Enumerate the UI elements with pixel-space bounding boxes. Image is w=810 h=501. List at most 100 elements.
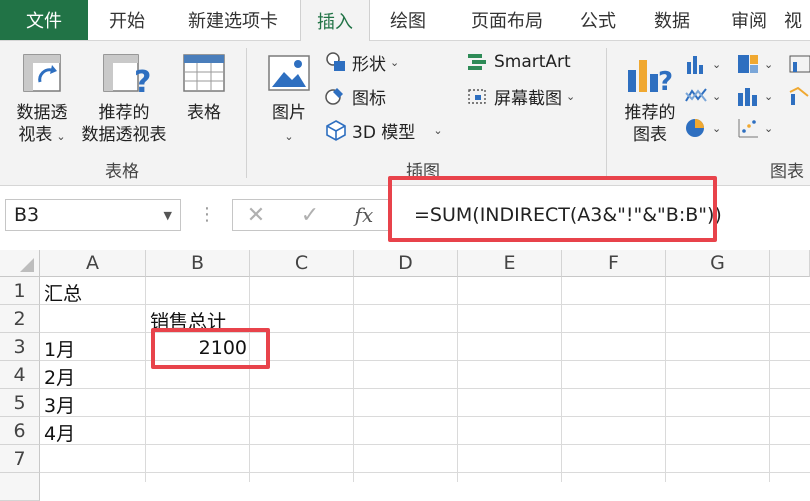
row-header-1[interactable]: 1	[0, 277, 40, 305]
shapes-icon	[326, 52, 345, 71]
hierarchy-chart-button[interactable]: ⌄	[736, 52, 782, 76]
tab-page-layout[interactable]: 页面布局	[448, 0, 566, 40]
scatter-chart-button[interactable]: ⌄	[736, 116, 782, 140]
icons-button[interactable]: 图标	[324, 82, 386, 110]
icons-icon	[325, 88, 343, 105]
treemap-icon	[738, 55, 758, 73]
insert-function-icon[interactable]: fx	[348, 199, 380, 231]
cell-a1[interactable]: 汇总	[44, 278, 144, 306]
recommended-charts-button[interactable]: ? 推荐的 图表	[618, 52, 682, 148]
column-chart-icon	[687, 56, 703, 74]
tab-review[interactable]: 审阅	[714, 0, 784, 40]
tab-file[interactable]: 文件	[0, 0, 88, 40]
cell-a5[interactable]: 3月	[44, 390, 144, 418]
svg-text:?: ?	[134, 65, 151, 98]
picture-icon	[268, 55, 310, 91]
screenshot-icon	[468, 89, 486, 104]
pivot-table-label-1: 数据透	[16, 103, 68, 123]
pie-chart-icon	[686, 119, 704, 137]
row-header-3[interactable]: 3	[0, 333, 40, 361]
statistic-chart-button[interactable]	[788, 52, 810, 76]
cell-highlight-box	[151, 328, 270, 369]
tab-draw[interactable]: 绘图	[368, 0, 448, 40]
enter-icon[interactable]: ✓	[294, 199, 326, 231]
smartart-button[interactable]: SmartArt	[466, 48, 571, 76]
column-header-f[interactable]: F	[562, 250, 666, 277]
row-header-5[interactable]: 5	[0, 389, 40, 417]
recommended-pivot-icon: ?	[103, 54, 151, 100]
3d-models-button[interactable]: 3D 模型 ⌄	[324, 116, 443, 144]
chevron-down-icon: ⌄	[764, 57, 774, 71]
tab-data[interactable]: 数据	[630, 0, 714, 40]
cell-a6[interactable]: 4月	[44, 418, 144, 446]
column-header-b[interactable]: B	[146, 250, 250, 277]
chevron-down-icon: ⌄	[56, 130, 66, 143]
screenshot-label: 屏幕截图	[494, 88, 562, 109]
row-header-4[interactable]: 4	[0, 361, 40, 389]
table-icon	[183, 54, 225, 92]
table-button[interactable]: 表格	[178, 52, 230, 148]
combo-chart-icon	[789, 86, 809, 105]
row-header-6[interactable]: 6	[0, 417, 40, 445]
pictures-button[interactable]: 图片 ⌄	[262, 52, 316, 148]
name-box-value: B3	[14, 204, 40, 226]
row-header-7[interactable]: 7	[0, 445, 40, 473]
shapes-label: 形状	[352, 54, 386, 75]
tab-new-tab[interactable]: 新建选项卡	[166, 0, 300, 40]
select-all-triangle-icon	[20, 258, 34, 272]
tab-insert[interactable]: 插入	[300, 0, 370, 41]
line-chart-button[interactable]: ⌄	[684, 84, 730, 108]
cell-a4[interactable]: 2月	[44, 362, 144, 390]
splitter-handle[interactable]: ⋮	[198, 202, 216, 228]
pictures-label: 图片	[272, 103, 306, 123]
cell-a3[interactable]: 1月	[44, 334, 144, 362]
chevron-down-icon: ⌄	[284, 130, 294, 143]
waterfall-chart-button[interactable]: ⌄	[736, 84, 782, 108]
row-header-2[interactable]: 2	[0, 305, 40, 333]
column-header-e[interactable]: E	[458, 250, 562, 277]
cancel-icon[interactable]: ✕	[240, 199, 272, 231]
pivot-table-button[interactable]: 数据透 视表 ⌄	[12, 52, 72, 148]
line-chart-icon	[685, 88, 707, 102]
column-header-d[interactable]: D	[354, 250, 458, 277]
recommended-charts-icon: ?	[628, 60, 673, 97]
pie-chart-button[interactable]: ⌄	[684, 116, 730, 140]
chevron-down-icon[interactable]: ▼	[164, 209, 172, 222]
waterfall-chart-icon	[738, 88, 757, 106]
scatter-chart-icon	[738, 119, 758, 138]
charts-group-label: 图表	[770, 162, 804, 182]
select-all-corner[interactable]	[0, 250, 40, 277]
name-box[interactable]: B3 ▼	[5, 199, 181, 231]
pivot-table-label-2: 视表 ⌄	[18, 125, 66, 145]
smartart-icon	[468, 54, 486, 70]
chevron-down-icon: ⌄	[566, 89, 576, 103]
column-header-h[interactable]	[770, 250, 810, 277]
column-header-g[interactable]: G	[666, 250, 770, 277]
chevron-down-icon: ⌄	[712, 121, 722, 135]
recommended-pivot-label-2: 数据透视表	[81, 125, 167, 145]
tab-formulas[interactable]: 公式	[566, 0, 630, 40]
cube-icon	[326, 120, 346, 141]
table-label: 表格	[187, 103, 221, 123]
formula-highlight-box	[388, 176, 717, 242]
icons-label: 图标	[352, 88, 386, 109]
shapes-button[interactable]: 形状 ⌄	[324, 48, 399, 76]
chevron-down-icon: ⌄	[764, 89, 774, 103]
tab-home[interactable]: 开始	[88, 0, 166, 40]
recommended-pivot-label-1: 推荐的	[98, 103, 150, 123]
recommended-charts-label-2: 图表	[633, 125, 667, 145]
svg-text:?: ?	[658, 67, 673, 97]
column-header-c[interactable]: C	[250, 250, 354, 277]
tables-group-label: 表格	[105, 162, 139, 182]
column-header-a[interactable]: A	[40, 250, 146, 277]
screenshot-button[interactable]: 屏幕截图 ⌄	[466, 82, 575, 110]
recommended-pivot-button[interactable]: ? 推荐的 数据透视表	[78, 52, 170, 148]
chevron-down-icon: ⌄	[712, 89, 722, 103]
smartart-label: SmartArt	[494, 52, 571, 72]
tab-view[interactable]: 视	[784, 0, 810, 40]
ribbon-divider	[246, 48, 247, 178]
row-header-8[interactable]	[0, 473, 40, 501]
combo-chart-button[interactable]	[788, 84, 810, 108]
pivot-table-icon	[23, 54, 61, 92]
column-chart-button[interactable]: ⌄	[684, 52, 730, 76]
